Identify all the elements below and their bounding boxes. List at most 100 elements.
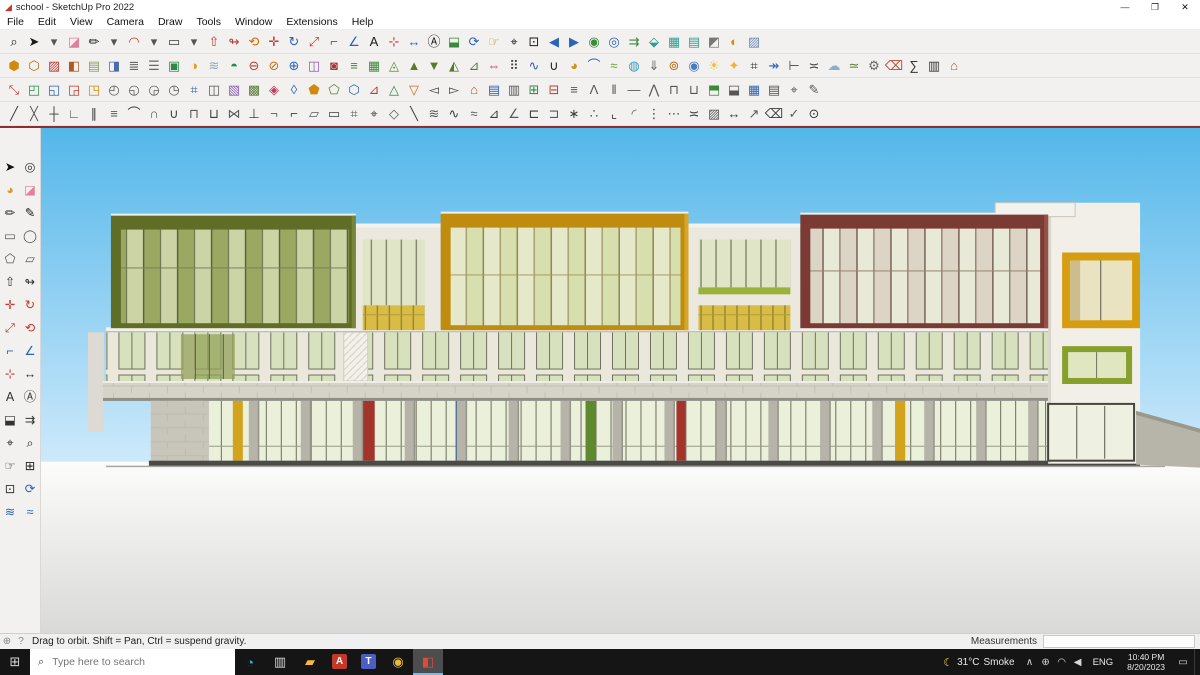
mirror-line-icon[interactable]: ╲ — [404, 104, 424, 124]
cleanup-icon[interactable]: ⌫ — [764, 104, 784, 124]
orbit-icon[interactable]: ⟳ — [464, 32, 484, 52]
arc-menu-icon[interactable]: ▾ — [144, 32, 164, 52]
rotate-icon[interactable]: ↻ — [284, 32, 304, 52]
divide-icon[interactable]: ◫ — [204, 80, 224, 100]
action-center-icon[interactable]: ▭ — [1172, 657, 1194, 668]
camera-tools-icon[interactable]: ⌗ — [744, 56, 764, 76]
intersect-2d-icon[interactable]: ∩ — [144, 104, 164, 124]
solid-intersect-icon[interactable]: ⊕ — [284, 56, 304, 76]
select-icon[interactable]: ➤ — [24, 32, 44, 52]
styles-panel-icon[interactable]: ◨ — [104, 56, 124, 76]
volume-icon[interactable]: ◀ — [1070, 657, 1086, 668]
taskbar-search[interactable]: ⌕ — [30, 649, 235, 675]
menu-item-camera[interactable]: Camera — [100, 16, 151, 28]
truss-generator-icon[interactable]: ⋀ — [644, 80, 664, 100]
position-camera-tool-icon[interactable]: ⌖ — [0, 434, 20, 453]
dimension-tool-icon[interactable]: ↔ — [20, 365, 40, 384]
frame-generator-icon[interactable]: ⊓ — [664, 80, 684, 100]
midpoint-icon[interactable]: ┼ — [44, 104, 64, 124]
from-contours-icon[interactable]: ≡ — [344, 56, 364, 76]
taskbar-clock[interactable]: 10:40 PM 8/20/2023 — [1120, 652, 1172, 672]
angle-2d-icon[interactable]: ∠ — [504, 104, 524, 124]
add-detail-icon[interactable]: ◭ — [444, 56, 464, 76]
triangulate-icon[interactable]: ⊿ — [364, 80, 384, 100]
paint-roller-icon[interactable]: ◕ — [0, 181, 20, 200]
menu-item-draw[interactable]: Draw — [151, 16, 190, 28]
from-scratch-icon[interactable]: ▦ — [364, 56, 384, 76]
hatch-icon[interactable]: ▨ — [704, 104, 724, 124]
minimize-icon[interactable]: — — [1110, 0, 1140, 14]
unwrap-icon[interactable]: ⬠ — [324, 80, 344, 100]
show-desktop-button[interactable] — [1194, 649, 1200, 675]
smooth-icon[interactable]: △ — [384, 80, 404, 100]
stamp-icon[interactable]: ▲ — [404, 56, 424, 76]
light-icon[interactable]: ☀ — [704, 56, 724, 76]
unsmooth-icon[interactable]: ▽ — [404, 80, 424, 100]
wall-generator-icon[interactable]: ▥ — [504, 80, 524, 100]
stack-icon[interactable]: ≡ — [104, 104, 124, 124]
center-mark-icon[interactable]: ⌖ — [364, 104, 384, 124]
protractor-tool-icon[interactable]: ∠ — [20, 342, 40, 361]
stair-generator-icon[interactable]: ≡ — [564, 80, 584, 100]
grid-icon[interactable]: ⌗ — [184, 80, 204, 100]
solid-split-icon[interactable]: ◫ — [304, 56, 324, 76]
section-plane-tool-icon[interactable]: ⬓ — [0, 411, 20, 430]
perpendicular-icon[interactable]: ⊥ — [244, 104, 264, 124]
arc-2d-icon[interactable]: ⌒ — [124, 104, 144, 124]
menu-item-edit[interactable]: Edit — [31, 16, 63, 28]
tape-measure-tool-icon[interactable]: ⌐ — [0, 342, 20, 361]
select-menu-icon[interactable]: ▾ — [44, 32, 64, 52]
scale-tool-icon[interactable]: ⤢ — [0, 319, 20, 338]
array-linear-icon[interactable]: ⋮ — [644, 104, 664, 124]
label-icon[interactable]: ⊢ — [784, 56, 804, 76]
tape-measure-icon[interactable]: ⌐ — [324, 32, 344, 52]
spot-light-icon[interactable]: ✦ — [724, 56, 744, 76]
floor-generator-icon[interactable]: ▤ — [484, 80, 504, 100]
window-generator-icon[interactable]: ⊞ — [524, 80, 544, 100]
chevron-up-icon[interactable]: ∧ — [1022, 657, 1038, 668]
freehand-icon[interactable]: ✎ — [20, 204, 40, 223]
weld-2d-icon[interactable]: ∴ — [584, 104, 604, 124]
menu-item-file[interactable]: File — [0, 16, 31, 28]
line-icon[interactable]: ✏ — [84, 32, 104, 52]
cap-2d-icon[interactable]: ⊓ — [184, 104, 204, 124]
follow-me-icon[interactable]: ↬ — [224, 32, 244, 52]
bezier-curve-icon[interactable]: ∿ — [524, 56, 544, 76]
orbit-tool-icon[interactable]: ⟳ — [20, 480, 40, 499]
menu-item-extensions[interactable]: Extensions — [279, 16, 344, 28]
lattice-icon[interactable]: ◷ — [164, 80, 184, 100]
teams-icon[interactable]: T — [361, 654, 376, 669]
measurements-input[interactable] — [1043, 635, 1195, 648]
grid-snap-icon[interactable]: ⌗ — [344, 104, 364, 124]
cortana-orb-icon[interactable]: ◔ — [235, 649, 265, 675]
axes-tool-icon[interactable]: ⊹ — [0, 365, 20, 384]
scenes-icon[interactable]: ▣ — [164, 56, 184, 76]
search-input[interactable] — [50, 655, 227, 669]
fillet-icon[interactable]: ◜ — [624, 104, 644, 124]
measure-2d-icon[interactable]: ≍ — [684, 104, 704, 124]
trim-2d-icon[interactable]: ⌐ — [284, 104, 304, 124]
menu-item-tools[interactable]: Tools — [189, 16, 228, 28]
maximize-icon[interactable]: ❐ — [1140, 0, 1170, 14]
make-house-icon[interactable]: ⌂ — [464, 80, 484, 100]
cloud-icon[interactable]: ☁ — [824, 56, 844, 76]
rotate-tool-icon[interactable]: ↻ — [20, 296, 40, 315]
negate-icon[interactable]: ¬ — [264, 104, 284, 124]
menu-item-help[interactable]: Help — [345, 16, 381, 28]
close-icon[interactable]: ✕ — [1170, 0, 1200, 14]
annotate-icon[interactable]: ✎ — [804, 80, 824, 100]
fog-icon[interactable]: ≋ — [204, 56, 224, 76]
network-icon[interactable]: ⊕ — [1038, 657, 1054, 668]
zoom-window-tool-icon[interactable]: ⊞ — [20, 457, 40, 476]
roof-generator-icon[interactable]: Λ — [584, 80, 604, 100]
task-view-icon[interactable]: ▥ — [265, 649, 295, 675]
rect-2d-icon[interactable]: ▭ — [324, 104, 344, 124]
chamfer-icon[interactable]: ⌞ — [604, 104, 624, 124]
smoove-icon[interactable]: ◬ — [384, 56, 404, 76]
offset-icon[interactable]: ⟲ — [244, 32, 264, 52]
sine-icon[interactable]: ∿ — [444, 104, 464, 124]
position-camera-icon[interactable]: ◉ — [584, 32, 604, 52]
diamond-icon[interactable]: ◇ — [384, 104, 404, 124]
shadows-toggle-icon[interactable]: ◐ — [724, 32, 744, 52]
scale-icon[interactable]: ⤢ — [304, 32, 324, 52]
